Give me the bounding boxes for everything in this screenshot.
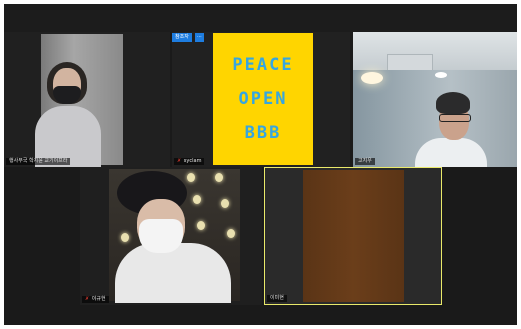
background-light: [187, 173, 195, 182]
person-body: [115, 243, 231, 303]
participant-video: [303, 170, 404, 302]
video-ceiling: [353, 32, 517, 70]
participant-video: [35, 34, 123, 167]
poster-line-1: PEACE: [232, 55, 294, 75]
participant-name-tag: 이미현: [267, 295, 287, 302]
participant-name: 이규헌: [91, 296, 106, 302]
background-light: [121, 233, 129, 242]
participant-name-tag: 고지우: [355, 158, 375, 165]
face-mask: [139, 219, 183, 253]
poster-line-3: BBB: [244, 123, 282, 143]
participant-tile-3[interactable]: 고지우: [353, 32, 517, 167]
background-light: [215, 173, 223, 182]
muted-microphone-icon: ✗: [85, 296, 90, 302]
participant-tile-4[interactable]: ✗ 이규헌: [80, 167, 262, 305]
participant-name: 고지우: [358, 158, 372, 164]
background-light: [193, 195, 201, 204]
participant-name: 행사무국 학지윤 교기이프라: [9, 158, 68, 164]
background-light: [221, 199, 229, 208]
participant-tile-1[interactable]: 행사무국 학지윤 교기이프라: [4, 32, 170, 167]
participant-name: syclam: [183, 158, 202, 164]
participant-name-tag: ✗ syclam: [174, 158, 205, 165]
tile-options-button[interactable]: 참조자: [172, 33, 192, 42]
poster-line-2: OPEN: [238, 89, 288, 109]
background-light: [227, 229, 235, 238]
person-hair: [436, 92, 470, 114]
background-light: [197, 221, 205, 230]
participant-name-tag: ✗ 이규헌: [82, 296, 109, 303]
person-body: [415, 138, 487, 167]
eyeglasses: [439, 114, 471, 122]
top-bar: [4, 4, 517, 32]
more-options-icon[interactable]: ⋯: [195, 33, 204, 42]
profile-poster: PEACE OPEN BBB: [213, 33, 313, 165]
ceiling-lamp: [361, 72, 383, 84]
video-gallery: 행사무국 학지윤 교기이프라 PEACE OPEN BBB 참조자 ⋯ ✗ sy…: [4, 4, 517, 325]
participant-name-tag: 행사무국 학지윤 교기이프라: [6, 158, 71, 165]
muted-microphone-icon: ✗: [177, 158, 182, 164]
participant-video: [109, 169, 240, 303]
ceiling-light: [435, 72, 447, 78]
participant-tile-2[interactable]: PEACE OPEN BBB 참조자 ⋯ ✗ syclam: [172, 32, 350, 167]
participant-name: 이미현: [270, 295, 284, 301]
participant-tile-5-active-speaker[interactable]: 이미현: [264, 167, 442, 305]
